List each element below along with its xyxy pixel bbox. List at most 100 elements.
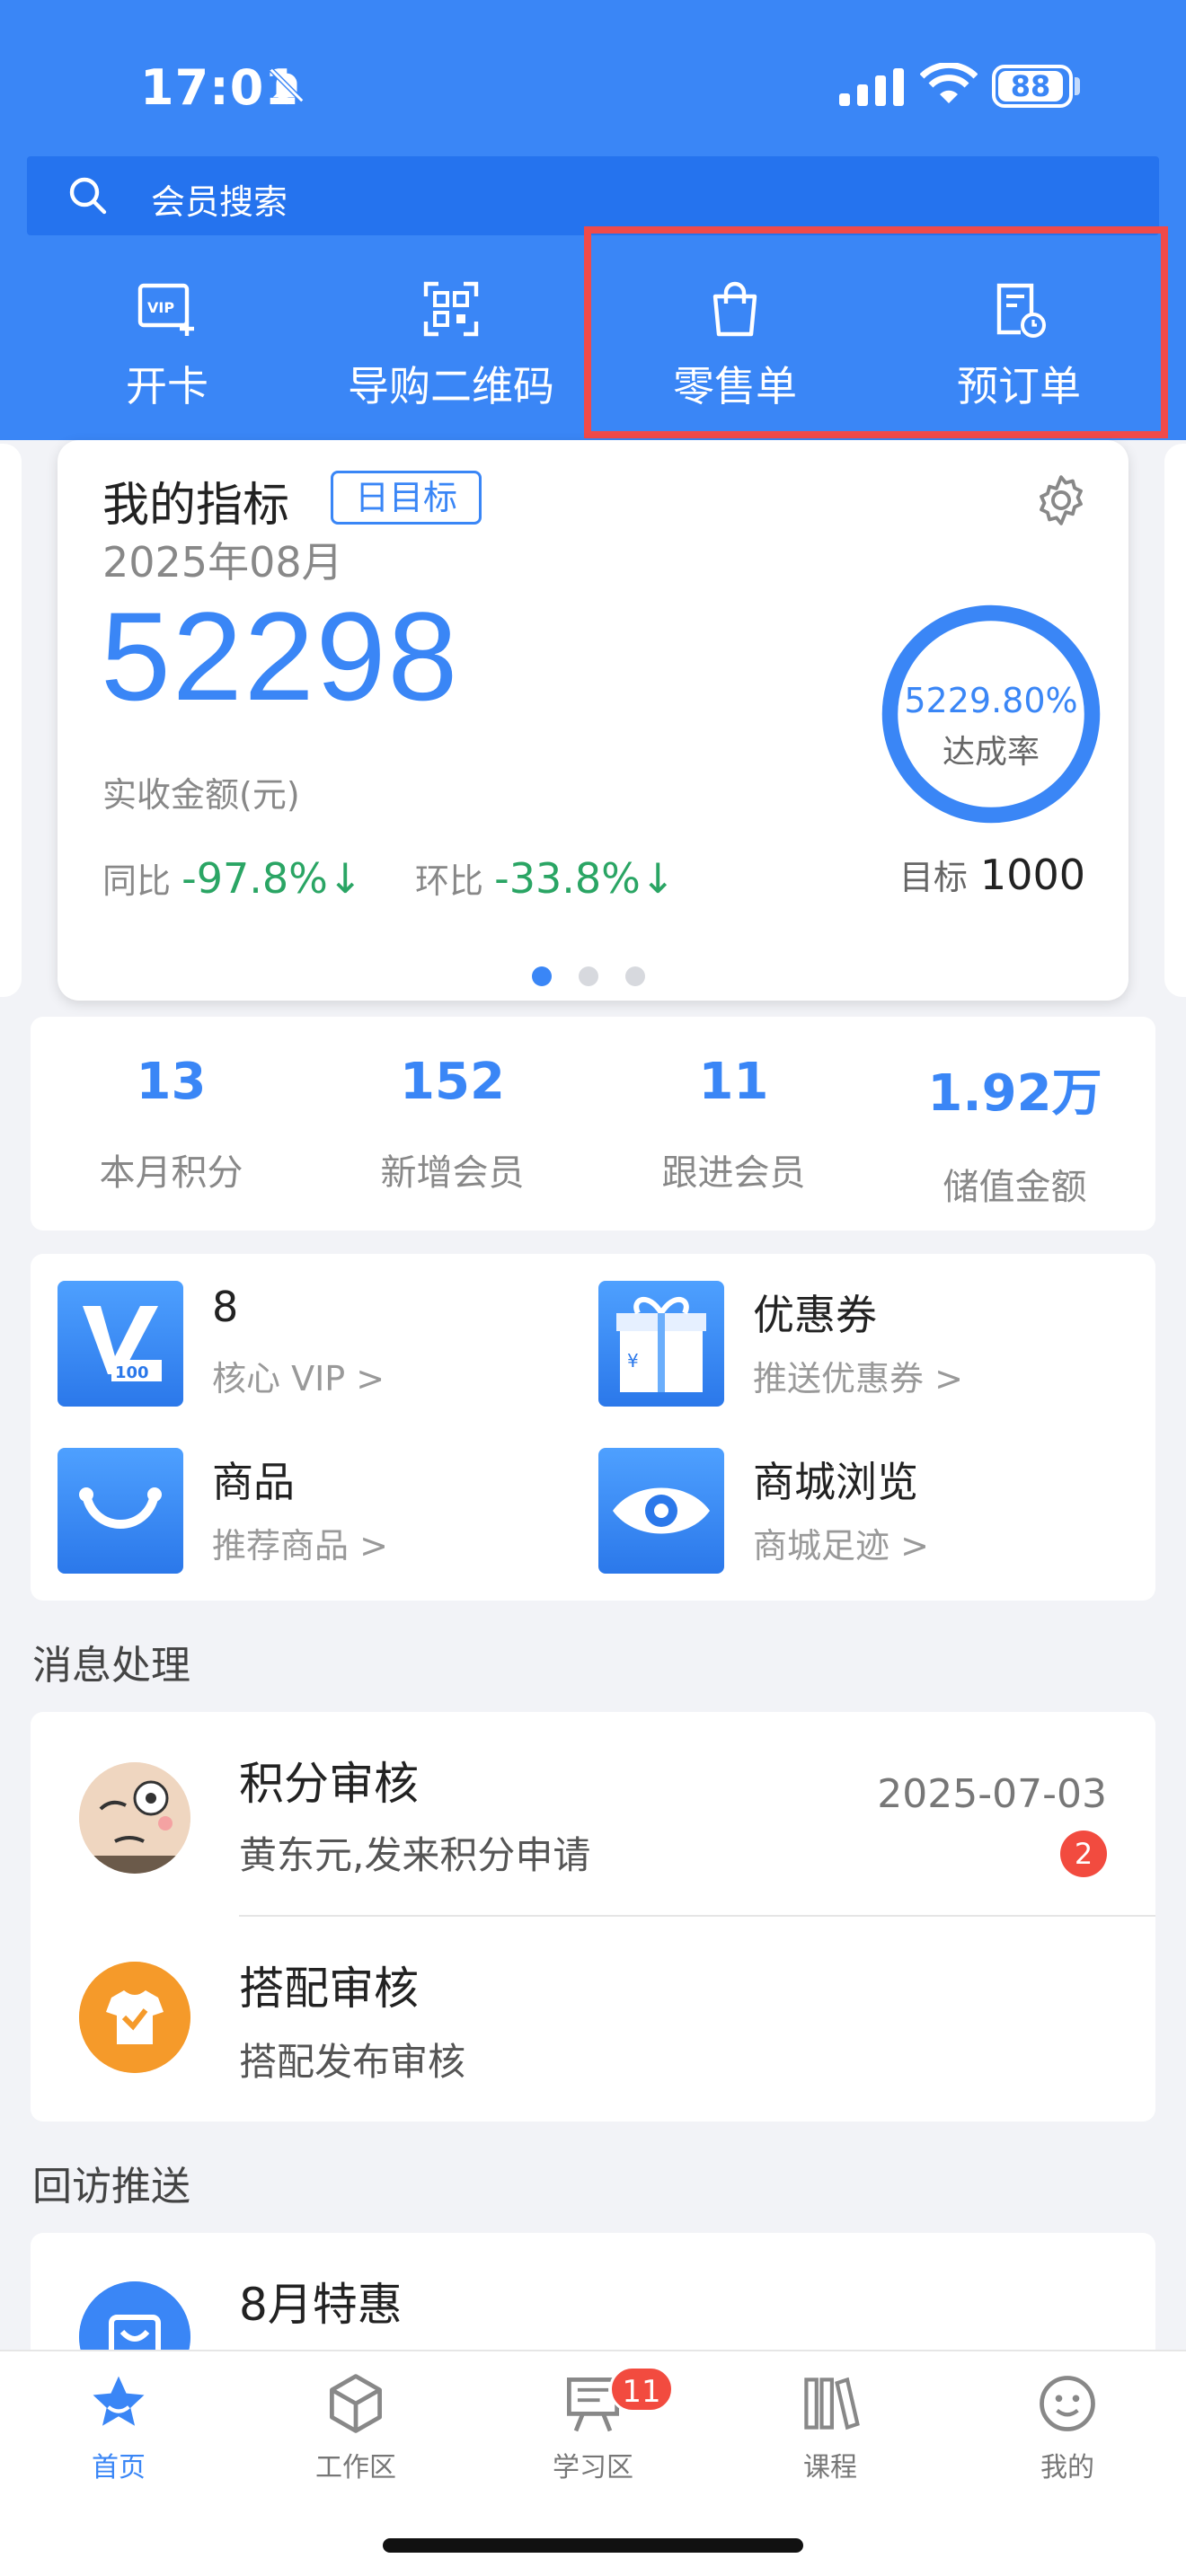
messages-card: 积分审核 2025-07-03 黄东元,发来积分申请 2 搭配审核 搭配发布审核 xyxy=(31,1712,1155,2122)
tab-workspace[interactable]: 工作区 xyxy=(237,2369,474,2484)
mom-label: 环比 xyxy=(415,861,484,901)
metric-date: 2025年08月 xyxy=(102,538,343,587)
messages-section-title: 消息处理 xyxy=(32,1643,190,1689)
feature-title: 商品 xyxy=(212,1458,295,1506)
avatar xyxy=(79,1762,190,1874)
tshirt-check-icon xyxy=(79,1962,190,2073)
page-dot[interactable] xyxy=(625,966,645,986)
tab-label: 首页 xyxy=(92,2452,146,2483)
feature-core-vip[interactable]: 100 8 核心 VIP > xyxy=(31,1254,570,1407)
feature-title: 优惠券 xyxy=(753,1291,877,1339)
eye-icon xyxy=(598,1448,724,1574)
visit-title: 8月特惠 xyxy=(239,2279,403,2331)
svg-text:¥: ¥ xyxy=(627,1350,639,1372)
home-indicator[interactable] xyxy=(383,2538,803,2553)
stat-new-members[interactable]: 152 新增会员 xyxy=(312,1053,593,1195)
stat-label: 新增会员 xyxy=(380,1152,525,1194)
quick-action-open-card[interactable]: VIP 开卡 xyxy=(32,278,302,431)
feature-coupon[interactable]: ¥ 优惠券 推送优惠券 > xyxy=(571,1254,1111,1407)
visit-item-august-special[interactable]: 8月特惠 xyxy=(31,2233,1155,2393)
member-search-bar[interactable]: 会员搜索 xyxy=(27,156,1159,235)
qr-code-icon xyxy=(423,281,479,337)
tab-label: 学习区 xyxy=(553,2452,633,2483)
target-value: 1000 xyxy=(979,851,1085,899)
stat-value: 11 xyxy=(698,1053,769,1111)
carousel-pagination xyxy=(532,966,672,988)
vip-card-icon: VIP xyxy=(137,283,194,336)
visit-section-title: 回访推送 xyxy=(32,2164,190,2210)
gift-coupon-icon: ¥ xyxy=(598,1281,724,1407)
message-title: 搭配审核 xyxy=(239,1963,419,2015)
message-subtitle: 搭配发布审核 xyxy=(239,2040,466,2084)
stat-value: 1.92万 xyxy=(927,1064,1102,1123)
feature-subtitle: 推荐商品 > xyxy=(212,1526,388,1566)
feature-grid: 100 8 核心 VIP > ¥ 优惠券 推送优惠券 > 商品 推荐商品 > 商… xyxy=(31,1254,1155,1601)
stat-follow-members[interactable]: 11 跟进会员 xyxy=(593,1053,874,1195)
metric-card: 我的指标 日目标 2025年08月 52298 实收金额(元) 同比 -97.8… xyxy=(58,440,1128,1001)
yoy-label: 同比 xyxy=(102,861,172,901)
feature-subtitle: 核心 VIP > xyxy=(212,1359,385,1398)
metric-title: 我的指标 xyxy=(102,479,290,533)
search-icon xyxy=(69,177,107,215)
mom-value: -33.8%↓ xyxy=(494,854,676,903)
signal-icon xyxy=(839,68,904,106)
completion-rate-label: 达成率 xyxy=(942,734,1040,771)
books-icon xyxy=(804,2377,860,2430)
search-placeholder: 会员搜索 xyxy=(151,182,288,222)
metric-target-type-badge[interactable]: 日目标 xyxy=(331,471,482,525)
status-bar: 17:01 88 xyxy=(0,0,1186,153)
wifi-icon xyxy=(920,63,978,103)
feature-mall-browse[interactable]: 商城浏览 商城足迹 > xyxy=(571,1421,1111,1574)
battery-tip xyxy=(1075,77,1080,95)
quick-action-label: 导购二维码 xyxy=(348,362,554,410)
tab-label: 工作区 xyxy=(315,2452,396,2483)
page-dot[interactable] xyxy=(579,966,598,986)
message-title: 积分审核 xyxy=(239,1758,419,1810)
metric-yoy: 同比 -97.8%↓ xyxy=(102,853,362,903)
metric-value: 52298 xyxy=(101,586,460,727)
tab-home[interactable]: 首页 xyxy=(0,2369,237,2484)
quick-action-label: 开卡 xyxy=(126,362,208,410)
svg-text:VIP: VIP xyxy=(147,299,174,316)
vip100-icon: 100 xyxy=(58,1281,183,1407)
message-item-outfit-review[interactable]: 搭配审核 搭配发布审核 xyxy=(31,1917,1155,2122)
unread-badge: 2 xyxy=(1060,1831,1107,1877)
metric-target: 目标 1000 xyxy=(899,850,1085,899)
stat-value: 152 xyxy=(400,1053,505,1111)
tab-learning[interactable]: 学习区 11 xyxy=(474,2366,712,2484)
message-date: 2025-07-03 xyxy=(877,1771,1107,1817)
gear-icon[interactable] xyxy=(1033,472,1089,528)
metric-value-label: 实收金额(元) xyxy=(102,775,300,815)
page-dot[interactable] xyxy=(532,966,552,986)
quick-action-guide-qr[interactable]: 导购二维码 xyxy=(316,278,586,431)
bag-smile-icon xyxy=(58,1448,183,1574)
stat-stored-value[interactable]: 1.92万储值金额 xyxy=(874,1053,1155,1210)
stat-label: 储值金额 xyxy=(943,1167,1087,1208)
stats-panel: 13 本月积分 152 新增会员 11 跟进会员 1.92万储值金额 xyxy=(31,1017,1155,1231)
stat-value: 13 xyxy=(136,1053,207,1111)
svg-text:100: 100 xyxy=(115,1363,149,1382)
smile-icon xyxy=(1040,2376,1095,2431)
tab-mine[interactable]: 我的 xyxy=(949,2369,1186,2484)
feature-subtitle: 商城足迹 > xyxy=(753,1526,929,1566)
target-label: 目标 xyxy=(898,858,968,897)
yoy-value: -97.8%↓ xyxy=(181,854,363,903)
stat-label: 本月积分 xyxy=(99,1152,243,1194)
tab-label: 课程 xyxy=(803,2452,857,2483)
carousel-prev-card[interactable] xyxy=(0,444,22,997)
tab-label: 我的 xyxy=(1040,2452,1094,2483)
bell-muted-icon xyxy=(269,67,305,105)
tab-courses[interactable]: 课程 xyxy=(712,2369,949,2484)
cube-icon xyxy=(330,2374,382,2433)
stat-label: 跟进会员 xyxy=(661,1152,806,1194)
star-home-icon xyxy=(93,2376,145,2426)
stat-monthly-points[interactable]: 13 本月积分 xyxy=(31,1053,312,1195)
carousel-next-card[interactable] xyxy=(1164,444,1186,997)
highlight-box xyxy=(584,226,1168,438)
feature-title: 8 xyxy=(212,1283,239,1331)
metric-mom: 环比 -33.8%↓ xyxy=(415,853,675,903)
message-item-points-review[interactable]: 积分审核 2025-07-03 黄东元,发来积分申请 2 xyxy=(31,1712,1155,1915)
completion-rate: 5229.80% xyxy=(904,681,1078,720)
battery-level: 88 xyxy=(998,71,1063,101)
feature-products[interactable]: 商品 推荐商品 > xyxy=(31,1421,570,1574)
